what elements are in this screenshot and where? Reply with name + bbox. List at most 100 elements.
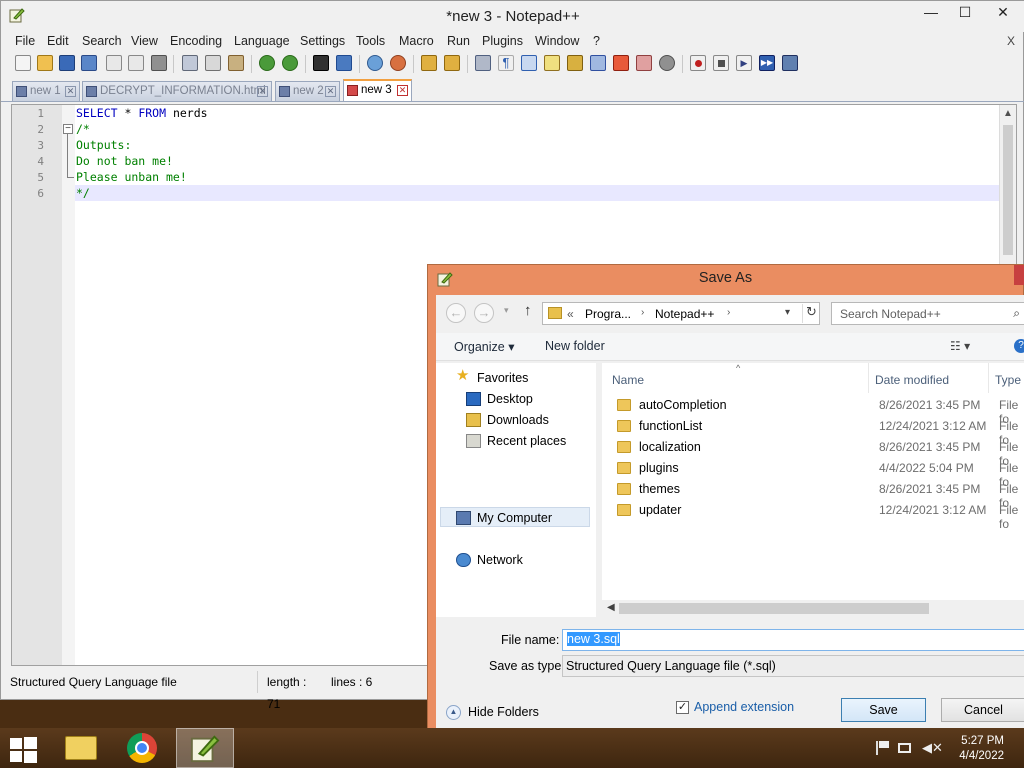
function-list-icon[interactable] [590,55,606,71]
taskbar-file-explorer[interactable] [52,728,110,768]
close-tab-icon[interactable]: ✕ [65,86,76,97]
taskbar-notepadpp[interactable] [176,728,234,768]
help-icon[interactable]: ? [1014,339,1024,353]
close-button[interactable]: ✕ [981,1,1024,25]
volume-muted-icon[interactable]: ◀✕ [922,741,943,755]
search-icon[interactable]: ⌕ [1013,306,1020,321]
menu-language[interactable]: Language [234,34,290,48]
column-divider[interactable] [988,363,989,393]
chevron-right-icon[interactable]: › [641,307,644,318]
save-macro-icon[interactable] [782,55,798,71]
close-tab-icon[interactable]: ✕ [257,86,268,97]
scroll-left-icon[interactable]: ◀ [607,602,615,613]
menu-tools[interactable]: Tools [356,34,385,48]
folder-workspace-icon[interactable] [613,55,629,71]
menu-help[interactable]: ? [593,34,600,48]
file-row[interactable]: themes 8/26/2021 3:45 PM File fo [602,479,1024,510]
word-wrap-icon[interactable] [475,55,491,71]
view-options-icon[interactable]: ☷ ▾ [950,339,970,353]
taskbar-chrome[interactable] [114,728,172,768]
print-icon[interactable] [151,55,167,71]
organize-button[interactable]: Organize ▾ [454,339,514,354]
close-tab-icon[interactable]: ✕ [397,85,408,96]
user-language-icon[interactable] [544,55,560,71]
new-file-icon[interactable] [15,55,31,71]
address-segment-programs[interactable]: Progra... [585,307,631,321]
back-arrow-icon[interactable]: ← [446,303,466,323]
save-button[interactable]: Save [841,698,926,722]
dialog-close-button[interactable] [1014,265,1024,285]
menu-encoding[interactable]: Encoding [170,34,222,48]
horizontal-scrollbar[interactable]: ◀ [602,600,1024,617]
action-center-flag-icon[interactable] [876,741,892,755]
scroll-thumb[interactable] [619,603,929,614]
column-divider[interactable] [868,363,869,393]
undo-icon[interactable] [259,55,275,71]
file-name-input[interactable]: new 3.sql [562,629,1024,651]
menu-macro[interactable]: Macro [399,34,434,48]
menu-view[interactable]: View [131,34,158,48]
menu-plugins[interactable]: Plugins [482,34,523,48]
up-arrow-icon[interactable]: ↑ [524,302,532,319]
sync-vertical-icon[interactable] [421,55,437,71]
chevron-down-icon[interactable]: ▾ [785,307,790,318]
menu-settings[interactable]: Settings [300,34,345,48]
document-map-icon[interactable] [567,55,583,71]
file-row[interactable]: autoCompletion 8/26/2021 3:45 PM File fo [602,395,1024,426]
menu-edit[interactable]: Edit [47,34,69,48]
paste-icon[interactable] [228,55,244,71]
menu-search[interactable]: Search [82,34,122,48]
indent-guide-icon[interactable] [521,55,537,71]
cut-icon[interactable] [182,55,198,71]
search-input[interactable]: Search Notepad++ ⌕ [831,302,1024,325]
scroll-thumb[interactable] [1003,125,1013,255]
save-icon[interactable] [59,55,75,71]
save-all-icon[interactable] [81,55,97,71]
file-row[interactable]: localization 8/26/2021 3:45 PM File fo [602,437,1024,468]
file-row[interactable]: functionList 12/24/2021 3:12 AM File fo [602,416,1024,447]
column-header-name[interactable]: Name [612,373,644,387]
cancel-button[interactable]: Cancel [941,698,1024,722]
show-all-characters-icon[interactable]: ¶ [498,55,514,71]
start-button[interactable] [10,736,38,763]
title-bar[interactable]: *new 3 - Notepad++ — ☐ ✕ [1,1,1024,32]
clock-date[interactable]: 4/4/2022 [952,750,1004,762]
zoom-out-icon[interactable] [390,55,406,71]
save-as-type-select[interactable]: Structured Query Language file (*.sql) [562,655,1024,677]
close-document-button[interactable]: X [1007,34,1015,48]
redo-icon[interactable] [282,55,298,71]
tab-decrypt-information[interactable]: DECRYPT_INFORMATION.html ✕ [82,81,272,101]
find-icon[interactable] [313,55,329,71]
column-header-date-modified[interactable]: Date modified [875,373,949,387]
open-file-icon[interactable] [37,55,53,71]
file-row[interactable]: plugins 4/4/2022 5:04 PM File fo [602,458,1024,489]
new-folder-button[interactable]: New folder [545,339,605,353]
fold-toggle-icon[interactable]: − [63,124,73,134]
address-bar[interactable]: « Progra... › Notepad++ › ▾ ↻ [542,302,820,325]
menu-run[interactable]: Run [447,34,470,48]
address-segment-notepadpp[interactable]: Notepad++ [655,307,714,321]
copy-icon[interactable] [205,55,221,71]
tab-new-2[interactable]: new 2 ✕ [275,81,340,101]
address-overflow[interactable]: « [567,307,574,321]
menu-window[interactable]: Window [535,34,579,48]
close-file-icon[interactable] [106,55,122,71]
close-tab-icon[interactable]: ✕ [325,86,336,97]
maximize-button[interactable]: ☐ [945,1,985,25]
tab-new-3[interactable]: new 3 ✕ [343,79,412,101]
record-macro-icon[interactable] [690,55,706,71]
replace-icon[interactable] [336,55,352,71]
playback-icon[interactable]: ▶ [736,55,752,71]
file-row[interactable]: updater 12/24/2021 3:12 AM File fo [602,500,1024,531]
refresh-icon[interactable]: ↻ [802,304,820,323]
close-all-icon[interactable] [128,55,144,71]
menu-file[interactable]: File [15,34,35,48]
monitoring-icon[interactable] [636,55,652,71]
forward-arrow-icon[interactable]: → [474,303,494,323]
stop-recording-icon[interactable] [713,55,729,71]
zoom-in-icon[interactable] [367,55,383,71]
tab-new-1[interactable]: new 1 ✕ [12,81,80,101]
network-status-icon[interactable] [898,741,914,755]
sync-horizontal-icon[interactable] [444,55,460,71]
chevron-right-icon[interactable]: › [727,307,730,318]
